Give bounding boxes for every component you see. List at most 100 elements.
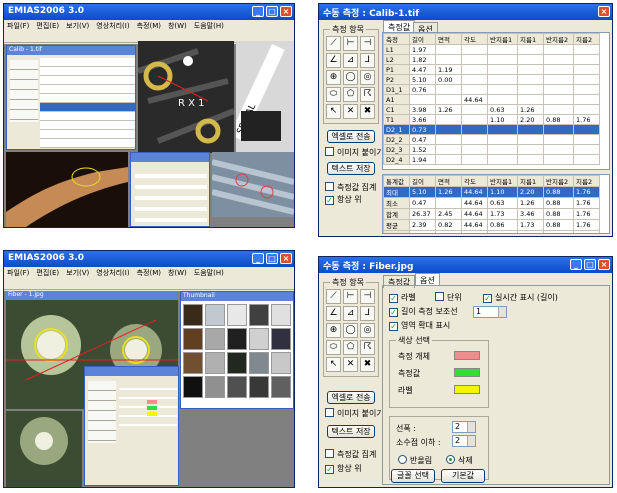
freehand-icon[interactable]: ☈ (360, 87, 375, 102)
circle-icon[interactable]: ◯ (343, 323, 358, 338)
table-row[interactable]: P2 5.10 0.00 (383, 74, 600, 85)
thumbnail-item[interactable] (271, 376, 291, 398)
thumbnail-item[interactable] (227, 328, 247, 350)
cancel-icon[interactable]: ✕ (343, 104, 358, 119)
always-on-top-checkbox[interactable]: ✓ 항상 위 (325, 194, 362, 205)
ellipse-icon[interactable]: ⬭ (326, 340, 341, 355)
angle2-icon[interactable]: ⊿ (343, 306, 358, 321)
table-row[interactable]: L2 1.82 (383, 54, 600, 65)
point-icon[interactable]: ⊕ (326, 70, 341, 85)
send-to-excel-button[interactable]: 엑셀로 전송 (327, 130, 375, 143)
save-text-button[interactable]: 텍스트 저장 (327, 162, 375, 175)
menu-item[interactable]: 측정(M) (137, 22, 161, 30)
polygon-icon[interactable]: ⬠ (343, 340, 358, 355)
cancel-icon[interactable]: ✕ (343, 357, 358, 372)
freehand-icon[interactable]: ☈ (360, 340, 375, 355)
table-row[interactable]: D2_4 1.94 (383, 154, 600, 165)
table-row[interactable]: 합계 26.37 2.45 44.64 1.73 3.46 0.88 1.76 (383, 208, 600, 220)
thumbnail-item[interactable] (227, 352, 247, 374)
column-header[interactable]: 각도 (461, 33, 488, 45)
angle-icon[interactable]: ∠ (326, 53, 341, 68)
column-header[interactable]: 면적 (435, 33, 462, 45)
column-header[interactable]: 지름1 (517, 33, 544, 45)
table-row[interactable]: C1 3.98 1.26 0.63 1.26 (383, 104, 600, 115)
column-header[interactable]: 각도 (461, 175, 488, 187)
thumbnail-item[interactable] (183, 304, 203, 326)
thumbnail-item[interactable] (271, 328, 291, 350)
unit-checkbox[interactable]: 단위 (435, 292, 462, 303)
label-color-swatch[interactable] (454, 385, 480, 394)
table-row[interactable]: D2_1 0.73 (383, 124, 600, 135)
thumbnail-item[interactable] (249, 376, 269, 398)
curve-icon[interactable]: ⊣ (360, 289, 375, 304)
pointer-icon[interactable]: ↖ (326, 104, 341, 119)
thumbnail-item[interactable] (183, 352, 203, 374)
table-row[interactable]: T1 3.66 1.10 2.20 0.88 1.76 (383, 114, 600, 125)
font-select-button[interactable]: 글꼴 선택 (391, 469, 435, 483)
pointer-icon[interactable]: ↖ (326, 357, 341, 372)
menu-item[interactable]: 파일(F) (7, 269, 29, 277)
delete-icon[interactable]: ✖ (360, 357, 375, 372)
thumbnail-item[interactable] (183, 328, 203, 350)
menu-item[interactable]: 파일(F) (7, 22, 29, 30)
column-header[interactable]: 면적 (435, 175, 462, 187)
minimize-icon[interactable]: _ (570, 259, 582, 270)
delete-icon[interactable]: ✖ (360, 104, 375, 119)
column-header[interactable]: 측정 (383, 33, 410, 45)
thumbnail-item[interactable] (249, 328, 269, 350)
close-icon[interactable]: × (280, 253, 292, 264)
circle3-icon[interactable]: ◎ (360, 323, 375, 338)
column-header[interactable]: 지름2 (573, 175, 600, 187)
menu-item[interactable]: 측정(M) (137, 269, 161, 277)
thumbnail-item[interactable] (205, 376, 225, 398)
multiline-icon[interactable]: ⊢ (343, 289, 358, 304)
menu-item[interactable]: 영상처리(I) (96, 22, 129, 30)
close-icon[interactable]: × (598, 6, 610, 17)
menu-item[interactable]: 도움말(H) (194, 269, 224, 277)
free-angle-icon[interactable]: ⅃ (360, 306, 375, 321)
menu-item[interactable]: 도움말(H) (194, 22, 224, 30)
menu-item[interactable]: 편집(E) (36, 22, 59, 30)
length-aux-line-checkbox[interactable]: ✓ 길이 측정 보조선 (389, 306, 458, 317)
table-row[interactable]: A1 44.64 (383, 94, 600, 105)
thickness-spinner[interactable]: 2 (452, 421, 476, 433)
line-icon[interactable]: ⟋ (326, 289, 341, 304)
menu-item[interactable]: 영상처리(I) (96, 269, 129, 277)
column-header[interactable]: 반지름2 (543, 33, 574, 45)
default-button[interactable]: 기본값 (441, 469, 485, 483)
minimize-icon[interactable]: _ (252, 253, 264, 264)
table-row[interactable]: D2_2 0.47 (383, 134, 600, 145)
column-header[interactable]: 반지름1 (487, 33, 518, 45)
column-header[interactable]: 통계값 (383, 175, 410, 187)
paste-image-checkbox[interactable]: 이미지 붙이기 (325, 408, 384, 419)
truncate-radio[interactable]: 삭제 (446, 455, 473, 466)
line-icon[interactable]: ⟋ (326, 36, 341, 51)
column-header[interactable]: 지름1 (517, 175, 544, 187)
thumbnail-item[interactable] (271, 352, 291, 374)
table-row[interactable]: L1 1.97 (383, 44, 600, 55)
always-on-top-checkbox[interactable]: ✓ 항상 위 (325, 463, 362, 474)
angle2-icon[interactable]: ⊿ (343, 53, 358, 68)
column-header[interactable]: 반지름1 (487, 175, 518, 187)
column-header[interactable]: 길이 (409, 33, 436, 45)
menu-item[interactable]: 보기(V) (66, 22, 89, 30)
object-color-swatch[interactable] (454, 351, 480, 360)
menu-item[interactable]: 창(W) (168, 269, 187, 277)
save-text-button[interactable]: 텍스트 저장 (327, 425, 375, 438)
circle-icon[interactable]: ◯ (343, 70, 358, 85)
sum-values-checkbox[interactable]: 측정값 집계 (325, 182, 376, 193)
realtime-display-checkbox[interactable]: ✓ 실시간 표시 (길이) (483, 292, 558, 303)
send-to-excel-button[interactable]: 엑셀로 전송 (327, 391, 375, 404)
thumbnail-item[interactable] (205, 352, 225, 374)
paste-image-checkbox[interactable]: 이미지 붙이기 (325, 147, 384, 158)
menu-item[interactable]: 보기(V) (66, 269, 89, 277)
column-header[interactable]: 반지름2 (543, 175, 574, 187)
table-row[interactable]: 평균 2.39 0.82 44.64 0.86 1.73 0.88 1.76 (383, 219, 600, 231)
decimal-spinner[interactable]: 2 (452, 435, 476, 447)
table-row[interactable]: 최소 0.47 44.64 0.63 1.26 0.88 1.76 (383, 197, 600, 209)
value-color-swatch[interactable] (454, 368, 480, 377)
zoom-area-checkbox[interactable]: ✓ 영역 확대 표시 (389, 320, 450, 331)
free-angle-icon[interactable]: ⅃ (360, 53, 375, 68)
table-row[interactable]: 최대 5.10 1.26 44.64 1.10 2.20 0.88 1.76 (383, 186, 600, 198)
menu-item[interactable]: 창(W) (168, 22, 187, 30)
